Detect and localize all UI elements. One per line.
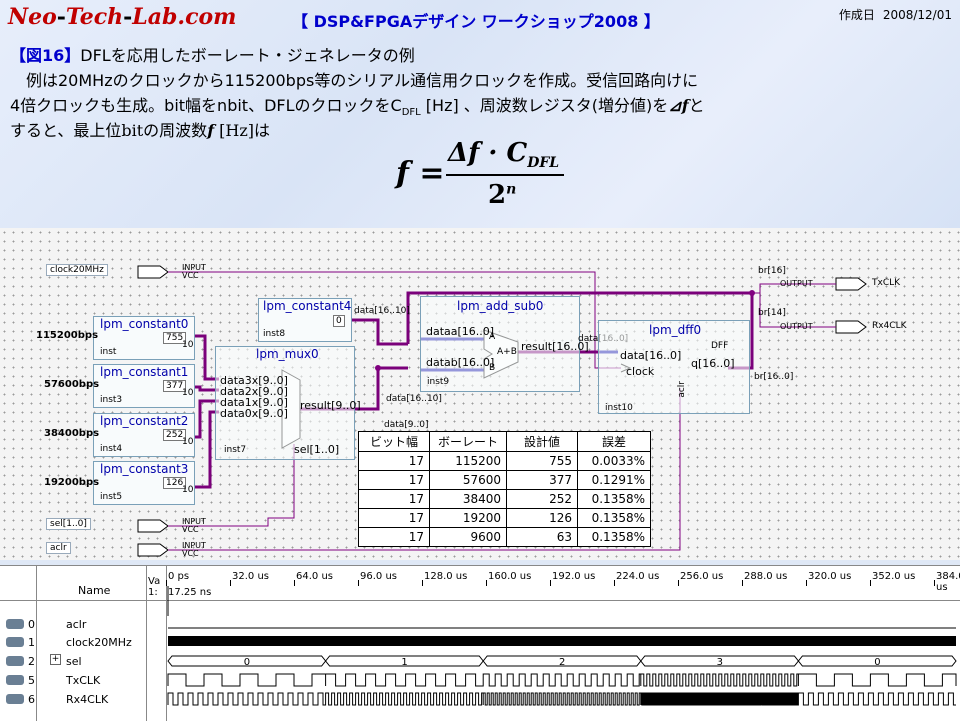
baudrate-table: ビット幅 ボーレート 設計値 誤差 17 115200 755 0.0033% 17 5… [358, 431, 651, 547]
signal-rx4clk[interactable]: Rx4CLK [66, 693, 108, 706]
signal-aclr[interactable]: aclr [66, 618, 86, 631]
bus-br16: br[16] [758, 266, 786, 276]
table-header: ビット幅 [358, 431, 430, 452]
output-tag: OUTPUT [780, 322, 813, 331]
description-line-3: すると、最上位bitの周波数f [Hz]は [10, 121, 271, 140]
brand-logo: Neo-Tech-Lab.com [8, 4, 237, 30]
table-header: ボーレート [429, 431, 507, 452]
sel-value: 0 [874, 657, 880, 668]
table-header: 誤差 [577, 431, 651, 452]
input-clock20mhz: clock20MHz [46, 264, 108, 276]
bps-label: 115200bps [36, 330, 99, 341]
figure-title: 【図16】DFLを応用したボーレート・ジェネレータの例 [10, 46, 415, 65]
description-line-1: 例は20MHzのクロックから115200bps等のシリアル通信用クロックを作成。… [26, 71, 699, 90]
signal-sel[interactable]: sel [66, 655, 82, 668]
sel-value: 1 [401, 657, 407, 668]
description-line-2: 4倍クロックも生成。bit幅をnbit、DFLのクロックをCDFL [Hz] 、… [10, 96, 705, 119]
lpm-constant1-block[interactable]: lpm_constant1 377 10 inst3 [93, 364, 195, 408]
bus-br14: br[14] [758, 308, 786, 318]
table-row: 17 38400 252 0.1358% [358, 489, 651, 509]
lpm-constant0-block[interactable]: lpm_constant0 755 10 inst [93, 316, 195, 360]
waveform-traces: 0 1 2 3 0 [167, 586, 957, 706]
waveform-viewer[interactable]: Name Va 1: 17.25 ns 0 ps 32.0 us 64.0 us 96… [0, 565, 960, 721]
table-row: 17 57600 377 0.1291% [358, 470, 651, 490]
expand-toggle[interactable]: + [50, 654, 61, 665]
vcc-tag: VCC [182, 271, 199, 280]
input-pin-icon [6, 656, 24, 666]
bus-data16-10: data[16..10] [354, 306, 410, 316]
bus-data16-10b: data[16..10] [386, 394, 442, 404]
table-row: 17 9600 63 0.1358% [358, 527, 651, 547]
bps-label: 19200bps [44, 477, 100, 488]
input-pin-icon [6, 619, 24, 629]
lpm-mux0-block[interactable]: lpm_mux0 data3x[9..0] data2x[9..0] data1… [215, 346, 361, 460]
lpm-add-sub0-block[interactable]: lpm_add_sub0 dataa[16..0] datab[16..0] A… [420, 296, 589, 392]
input-aclr: aclr [46, 542, 71, 554]
bps-label: 57600bps [44, 379, 100, 390]
bus-data9-0: data[9..0] [384, 420, 429, 430]
bps-label: 38400bps [44, 428, 100, 439]
output-rx4clk: Rx4CLK [872, 321, 907, 331]
vcc-tag: VCC [182, 549, 199, 558]
output-tag: OUTPUT [780, 279, 813, 288]
creation-date: 作成日 2008/12/01 [838, 8, 952, 22]
workshop-title: 【 DSP&FPGAデザイン ワークショップ2008 】 [292, 12, 660, 31]
bus-br16-0: br[16..0] [754, 372, 794, 382]
table-header: 設計値 [506, 431, 578, 452]
sel-value: 0 [244, 657, 250, 668]
lpm-constant4-block[interactable]: lpm_constant4 0 inst8 [258, 298, 352, 342]
vcc-tag: VCC [182, 525, 199, 534]
table-row: 17 19200 126 0.1358% [358, 508, 651, 528]
frequency-formula: f = Δf · CDFL 2n [396, 138, 576, 216]
output-pin-icon [6, 675, 24, 685]
sel-value: 2 [559, 657, 565, 668]
output-txclk: TxCLK [872, 278, 901, 288]
signal-txclk[interactable]: TxCLK [66, 674, 100, 687]
input-pin-icon [6, 637, 24, 647]
sel-value: 3 [717, 657, 723, 668]
output-pin-icon [6, 694, 24, 704]
slide-header-area: Neo-Tech-Lab.com 【 DSP&FPGAデザイン ワークショップ2… [0, 0, 960, 228]
lpm-dff0-block[interactable]: lpm_dff0 DFF data[16..0] q[16..0] clock … [598, 320, 750, 414]
signal-clock20mhz[interactable]: clock20MHz [66, 636, 132, 649]
lpm-constant2-block[interactable]: lpm_constant2 252 10 inst4 [93, 413, 195, 457]
table-row: 17 115200 755 0.0033% [358, 451, 651, 471]
input-sel: sel[1..0] [46, 518, 91, 530]
lpm-constant3-block[interactable]: lpm_constant3 126 10 inst5 [93, 461, 195, 505]
